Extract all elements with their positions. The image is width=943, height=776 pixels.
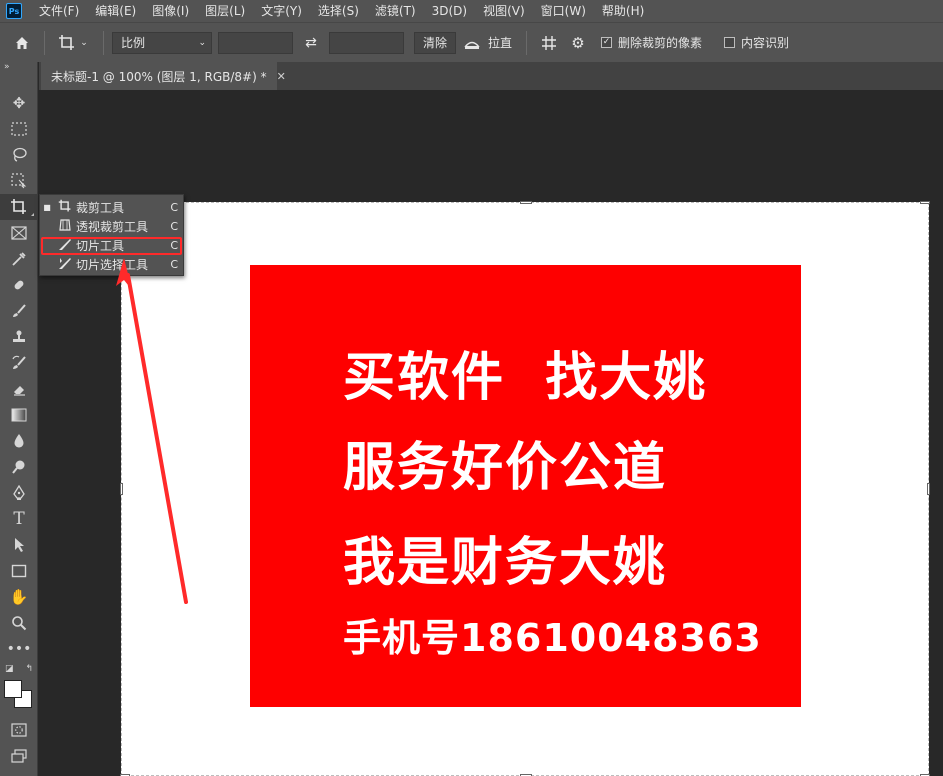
rectangle-icon[interactable] bbox=[0, 558, 38, 584]
stamp-icon[interactable] bbox=[0, 324, 38, 350]
default-colors-icon[interactable]: ◪ bbox=[5, 664, 14, 678]
type-icon[interactable]: T bbox=[0, 506, 38, 532]
menu-type[interactable]: 文字(Y) bbox=[254, 0, 311, 22]
clear-button[interactable]: 清除 bbox=[414, 31, 457, 54]
crop-handle-tr[interactable] bbox=[920, 201, 930, 204]
straighten-icon[interactable] bbox=[456, 36, 488, 50]
swap-icon[interactable]: ⇄ bbox=[293, 35, 329, 51]
perspective-crop-icon bbox=[54, 218, 76, 235]
menu-view[interactable]: 视图(V) bbox=[476, 0, 534, 22]
lasso-icon[interactable] bbox=[0, 142, 38, 168]
flyout-item-label: 透视裁剪工具 bbox=[76, 220, 149, 234]
menu-select[interactable]: 选择(S) bbox=[311, 0, 368, 22]
ad-line-4: 手机号18610048363 bbox=[343, 616, 762, 660]
slice-select-icon bbox=[54, 256, 76, 273]
path-select-icon[interactable] bbox=[0, 532, 38, 558]
foreground-color-swatch[interactable] bbox=[4, 680, 22, 698]
marquee-icon[interactable] bbox=[0, 116, 38, 142]
ad-line-3: 我是财务大姚 bbox=[343, 533, 668, 593]
tools-panel: » ✥ T ✋ ••• ◪ ↰ bbox=[0, 62, 38, 776]
dodge-icon[interactable] bbox=[0, 454, 38, 480]
content-aware-checkbox[interactable] bbox=[724, 37, 736, 48]
grid-overlay-icon[interactable] bbox=[535, 35, 563, 51]
pen-icon[interactable] bbox=[0, 480, 38, 506]
color-swap-icon[interactable]: ◪ ↰ bbox=[3, 664, 35, 678]
eraser-icon[interactable] bbox=[0, 376, 38, 402]
menu-file[interactable]: 文件(F) bbox=[32, 0, 88, 22]
more-icon[interactable]: ••• bbox=[0, 636, 38, 662]
ad-line-1: 买软件 找大姚 bbox=[343, 348, 708, 408]
ps-logo-icon: Ps bbox=[6, 3, 22, 19]
annotation-highlight-box bbox=[41, 237, 182, 255]
hand-icon[interactable]: ✋ bbox=[0, 584, 38, 610]
close-icon[interactable]: ✕ bbox=[277, 70, 286, 83]
blur-icon[interactable] bbox=[0, 428, 38, 454]
menu-image[interactable]: 图像(I) bbox=[145, 0, 198, 22]
flyout-item-label: 裁剪工具 bbox=[76, 201, 125, 215]
flyout-item-crop[interactable]: ■ 裁剪工具 C bbox=[40, 198, 183, 217]
width-field[interactable] bbox=[218, 31, 293, 54]
brush-icon[interactable] bbox=[0, 298, 38, 324]
flyout-item-shortcut: C bbox=[170, 258, 178, 271]
menu-help[interactable]: 帮助(H) bbox=[595, 0, 653, 22]
content-aware-label: 内容识别 bbox=[741, 36, 790, 50]
menu-layer[interactable]: 图层(L) bbox=[198, 0, 254, 22]
chevron-down-icon: ⌄ bbox=[80, 37, 88, 48]
options-bar: ⌄ 比例 ⌄ ⇄ 清除 拉直 ⚙ ✓ 删除裁剪的像素 内容识别 bbox=[0, 22, 943, 62]
crop-icon[interactable] bbox=[0, 194, 38, 220]
delete-cropped-label: 删除裁剪的像素 bbox=[618, 36, 703, 50]
flyout-item-perspective-crop[interactable]: 透视裁剪工具 C bbox=[40, 217, 183, 236]
color-swatch[interactable] bbox=[4, 680, 34, 710]
flyout-item-shortcut: C bbox=[170, 201, 178, 214]
tool-group-indicator bbox=[31, 213, 34, 216]
height-field[interactable] bbox=[329, 31, 404, 54]
separator bbox=[103, 30, 104, 55]
red-ad-banner: 买软件 找大姚 服务好价公道 我是财务大姚 手机号18610048363 bbox=[250, 265, 801, 707]
ratio-select-value: 比例 bbox=[121, 36, 146, 50]
menu-3d[interactable]: 3D(D) bbox=[425, 0, 476, 22]
menu-window[interactable]: 窗口(W) bbox=[534, 0, 595, 22]
crop-tool-flyout: ■ 裁剪工具 C 透视裁剪工具 C 切片工具 C 切片选择工具 C bbox=[39, 194, 184, 276]
collapse-icon[interactable]: » bbox=[0, 62, 37, 72]
history-brush-icon[interactable] bbox=[0, 350, 38, 376]
gear-icon[interactable]: ⚙ bbox=[563, 34, 593, 52]
ad-line-2: 服务好价公道 bbox=[343, 438, 668, 498]
delete-cropped-checkbox[interactable]: ✓ bbox=[601, 37, 613, 48]
document-tab-title: 未标题-1 @ 100% (图层 1, RGB/8#) * bbox=[51, 69, 267, 84]
separator bbox=[526, 30, 528, 55]
chevron-down-icon: ⌄ bbox=[198, 37, 206, 48]
eyedropper-icon[interactable] bbox=[0, 246, 38, 272]
flyout-item-label: 切片选择工具 bbox=[76, 258, 149, 272]
photoshop-window: Ps 文件(F) 编辑(E) 图像(I) 图层(L) 文字(Y) 选择(S) 滤… bbox=[0, 0, 943, 776]
flyout-item-shortcut: C bbox=[170, 220, 178, 233]
ratio-select[interactable]: 比例 ⌄ bbox=[112, 31, 212, 54]
selected-bullet-icon: ■ bbox=[43, 203, 51, 212]
separator bbox=[44, 30, 45, 55]
gradient-icon[interactable] bbox=[0, 402, 38, 428]
screen-mode-icon[interactable] bbox=[0, 743, 38, 769]
document-tab-bar: 未标题-1 @ 100% (图层 1, RGB/8#) * ✕ bbox=[39, 62, 943, 90]
zoom-icon[interactable] bbox=[0, 610, 38, 636]
move-icon[interactable]: ✥ bbox=[0, 90, 38, 116]
menu-filter[interactable]: 滤镜(T) bbox=[368, 0, 425, 22]
crop-handle-top[interactable] bbox=[520, 201, 532, 204]
crop-handle-right[interactable] bbox=[927, 483, 930, 495]
home-icon[interactable] bbox=[0, 35, 44, 51]
quick-mask-icon[interactable] bbox=[0, 717, 38, 743]
crop-preset-icon[interactable]: ⌄ bbox=[51, 34, 95, 52]
menu-bar: Ps 文件(F) 编辑(E) 图像(I) 图层(L) 文字(Y) 选择(S) 滤… bbox=[0, 0, 943, 22]
frame-icon[interactable] bbox=[0, 220, 38, 246]
crop-icon bbox=[54, 199, 76, 216]
document-tab[interactable]: 未标题-1 @ 100% (图层 1, RGB/8#) * ✕ bbox=[41, 62, 286, 90]
crop-handle-left[interactable] bbox=[120, 483, 123, 495]
straighten-label[interactable]: 拉直 bbox=[488, 34, 512, 51]
healing-icon[interactable] bbox=[0, 272, 38, 298]
object-select-icon[interactable] bbox=[0, 168, 38, 194]
flyout-item-slice-select[interactable]: 切片选择工具 C bbox=[40, 255, 183, 274]
swap-colors-icon[interactable]: ↰ bbox=[25, 664, 33, 678]
menu-edit[interactable]: 编辑(E) bbox=[88, 0, 145, 22]
